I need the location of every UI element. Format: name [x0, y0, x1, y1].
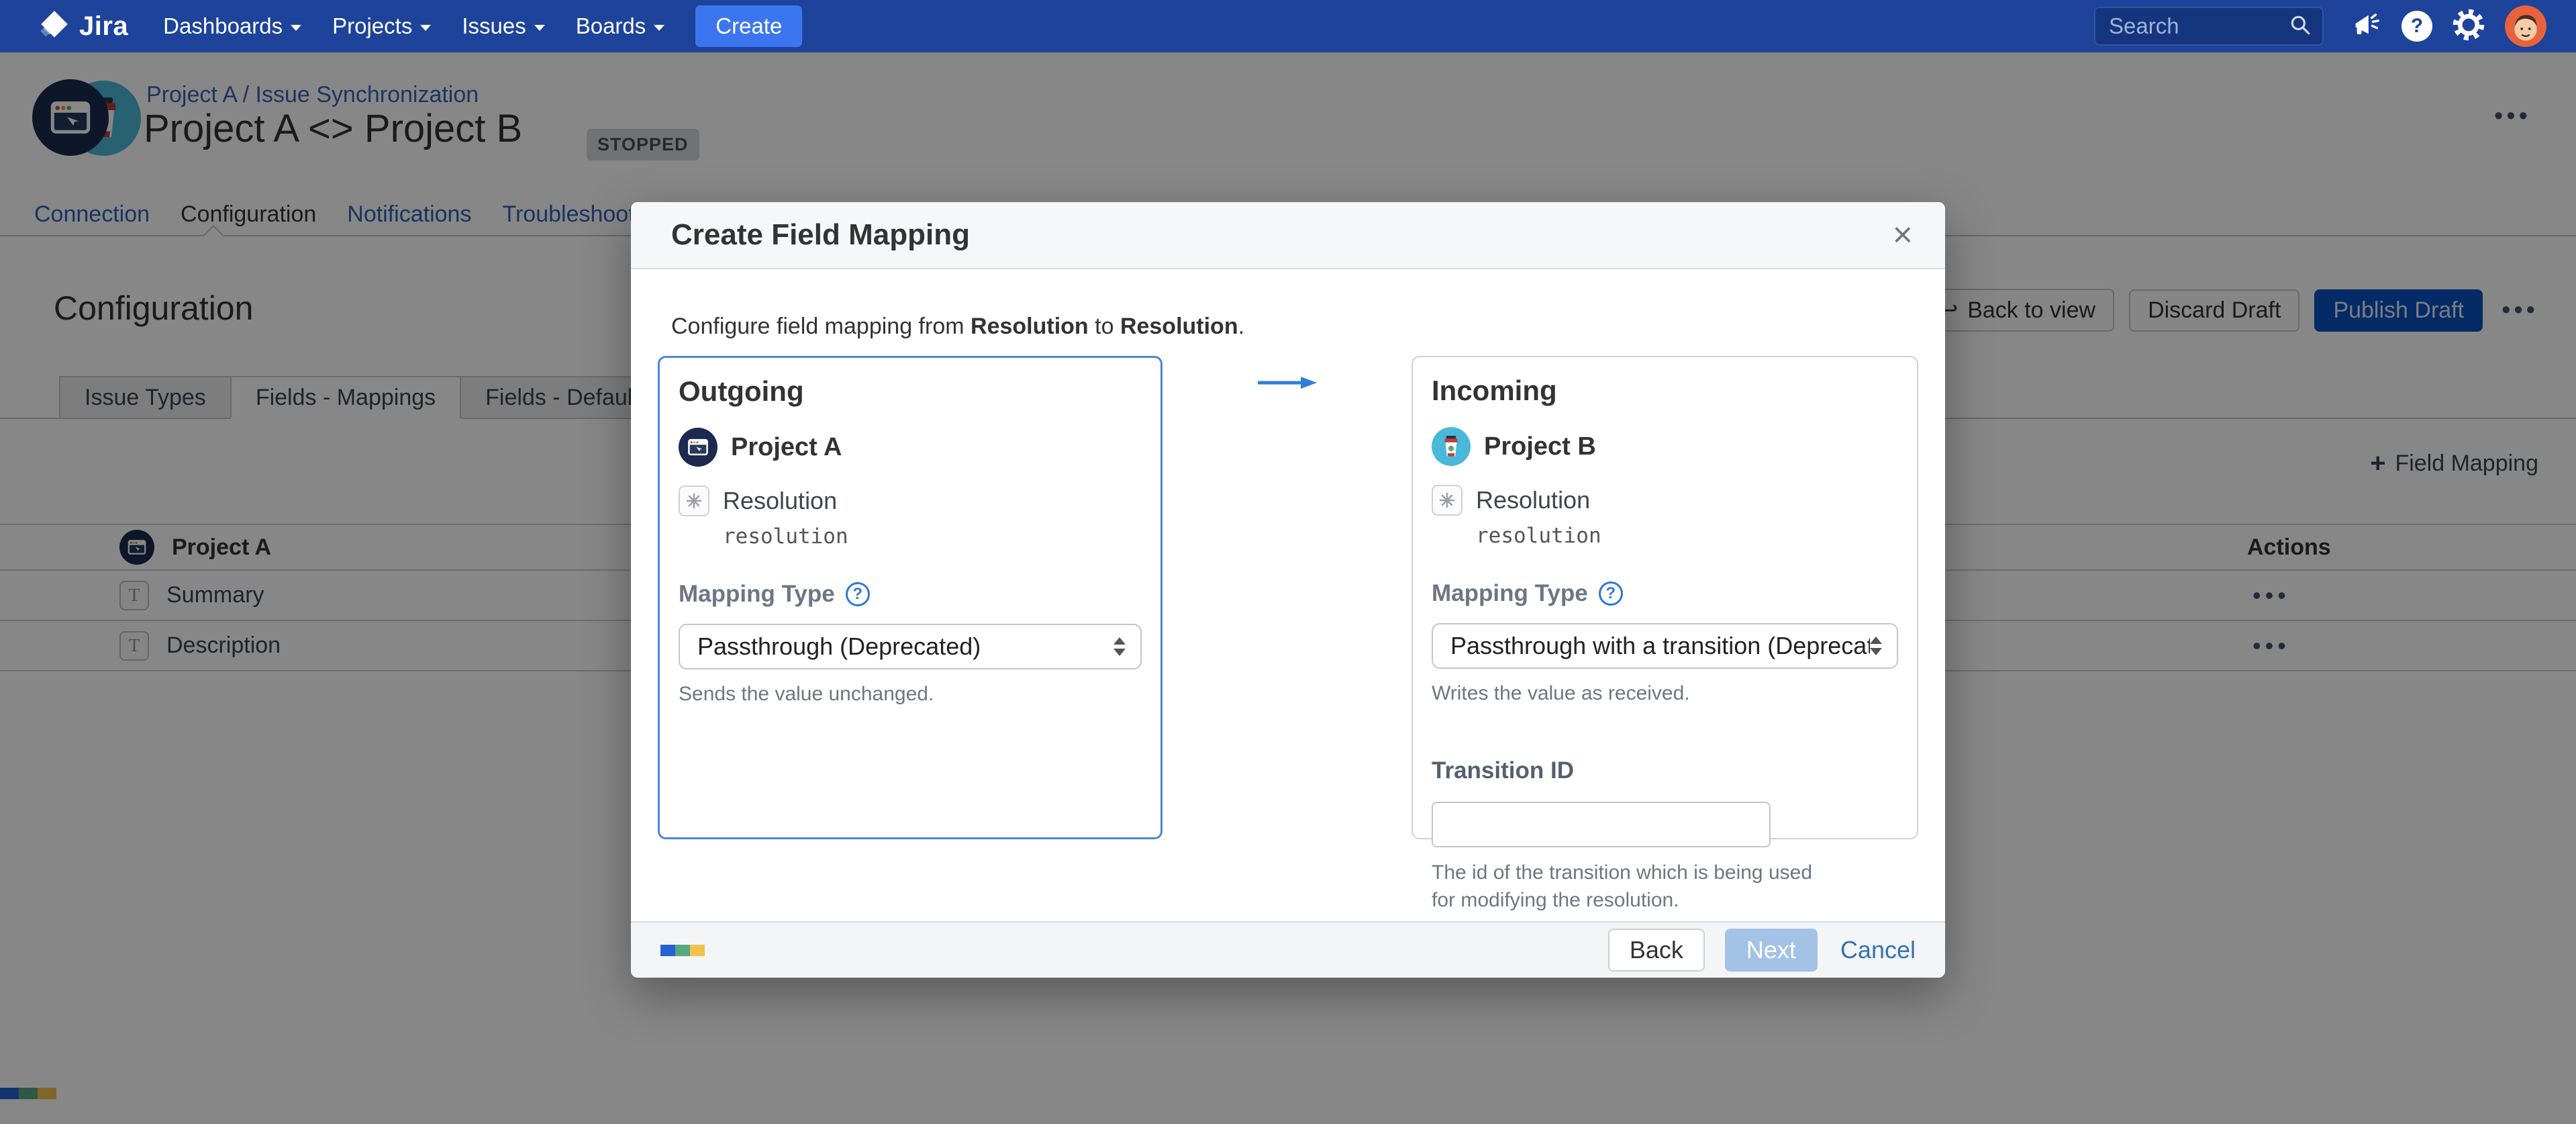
- field-type-icon: [679, 485, 709, 516]
- create-button[interactable]: Create: [695, 5, 802, 47]
- announcement-icon[interactable]: [2350, 9, 2381, 44]
- close-icon[interactable]: ×: [1893, 218, 1913, 252]
- mapping-type-label: Mapping Type: [679, 581, 835, 608]
- search-box[interactable]: [2094, 7, 2324, 46]
- incoming-panel: Incoming Project B: [1411, 356, 1918, 839]
- help-icon[interactable]: ?: [846, 582, 870, 606]
- top-navbar: Jira Dashboards Projects Issues Boards C…: [0, 0, 2576, 52]
- project-a-avatar: [679, 428, 717, 467]
- progress-step: [660, 945, 675, 956]
- modal-body: Configure field mapping from Resolution …: [631, 269, 1945, 839]
- gear-icon[interactable]: [2453, 9, 2485, 44]
- brand-name: Jira: [79, 11, 128, 42]
- search-icon[interactable]: [2289, 13, 2312, 40]
- outgoing-mapping-type-select[interactable]: Passthrough (Deprecated): [679, 624, 1142, 669]
- jira-logo[interactable]: Jira: [38, 8, 128, 45]
- modal-footer: Back Next Cancel: [631, 921, 1945, 978]
- incoming-mapping-type-select[interactable]: Passthrough with a transition (Deprecate…: [1432, 623, 1898, 669]
- transition-id-input[interactable]: [1432, 802, 1771, 847]
- modal-title: Create Field Mapping: [671, 218, 1893, 252]
- chevron-down-icon: [534, 25, 545, 31]
- transition-id-help: The id of the transition which is being …: [1432, 859, 1828, 914]
- select-arrows-icon: [1870, 637, 1882, 655]
- chevron-down-icon: [420, 25, 431, 31]
- outgoing-project: Project A: [679, 428, 1142, 467]
- incoming-heading: Incoming: [1432, 375, 1898, 407]
- mapping-type-label: Mapping Type: [1432, 580, 1588, 607]
- app-root: Jira Dashboards Projects Issues Boards C…: [0, 0, 2576, 1124]
- progress-step: [690, 945, 705, 956]
- field-name: Resolution: [1476, 486, 1590, 514]
- project-b-avatar: [1432, 427, 1471, 466]
- nav-menu-label: Projects: [332, 13, 412, 39]
- nav-menu-dashboards[interactable]: Dashboards: [163, 13, 301, 39]
- intro-text: Configure field mapping from: [671, 314, 971, 339]
- right-arrow-icon: [1256, 375, 1318, 391]
- outgoing-field: Resolution: [679, 485, 1142, 516]
- cancel-link[interactable]: Cancel: [1840, 936, 1916, 964]
- chevron-down-icon: [291, 25, 301, 31]
- outgoing-panel: Outgoing Project A: [658, 356, 1162, 839]
- transition-id-label: Transition ID: [1432, 757, 1898, 784]
- next-button[interactable]: Next: [1725, 929, 1818, 972]
- selected-option: Passthrough (Deprecated): [697, 633, 1113, 661]
- mapping-type-help: Writes the value as received.: [1432, 682, 1898, 705]
- field-name: Resolution: [723, 487, 837, 515]
- incoming-project: Project B: [1432, 427, 1898, 466]
- mapping-type-help: Sends the value unchanged.: [679, 683, 1142, 706]
- field-type-icon: [1432, 485, 1463, 516]
- jira-logo-icon: [38, 8, 71, 45]
- selected-option: Passthrough with a transition (Deprecate…: [1450, 632, 1870, 660]
- nav-menu-label: Dashboards: [163, 13, 283, 39]
- nav-menu-label: Boards: [576, 13, 646, 39]
- nav-menu-projects[interactable]: Projects: [332, 13, 431, 39]
- mapping-direction: [1162, 356, 1411, 391]
- select-arrows-icon: [1113, 637, 1126, 656]
- progress-step: [675, 945, 690, 956]
- modal-wizard-progress: [660, 945, 705, 956]
- nav-menu-issues[interactable]: Issues: [462, 13, 544, 39]
- field-id: resolution: [1476, 524, 1898, 548]
- help-icon[interactable]: ?: [2401, 11, 2432, 42]
- create-field-mapping-modal: Create Field Mapping × Configure field m…: [631, 202, 1945, 978]
- project-name: Project A: [731, 433, 842, 462]
- intro-from-field: Resolution: [971, 314, 1089, 339]
- back-button[interactable]: Back: [1608, 929, 1705, 972]
- user-avatar[interactable]: [2505, 5, 2546, 47]
- intro-text: .: [1238, 314, 1244, 339]
- search-input[interactable]: [2109, 13, 2289, 39]
- modal-intro: Configure field mapping from Resolution …: [671, 314, 1918, 340]
- field-id: resolution: [723, 524, 1142, 549]
- nav-menu-boards[interactable]: Boards: [576, 13, 665, 39]
- nav-menu-label: Issues: [462, 13, 526, 39]
- project-name: Project B: [1484, 432, 1596, 461]
- nav-icon-group: ?: [2350, 5, 2546, 47]
- intro-to-field: Resolution: [1120, 314, 1238, 339]
- chevron-down-icon: [654, 25, 664, 31]
- incoming-field: Resolution: [1432, 485, 1898, 516]
- help-icon[interactable]: ?: [1599, 581, 1623, 606]
- modal-header: Create Field Mapping ×: [631, 202, 1945, 269]
- outgoing-heading: Outgoing: [679, 375, 1142, 408]
- intro-text: to: [1089, 314, 1120, 339]
